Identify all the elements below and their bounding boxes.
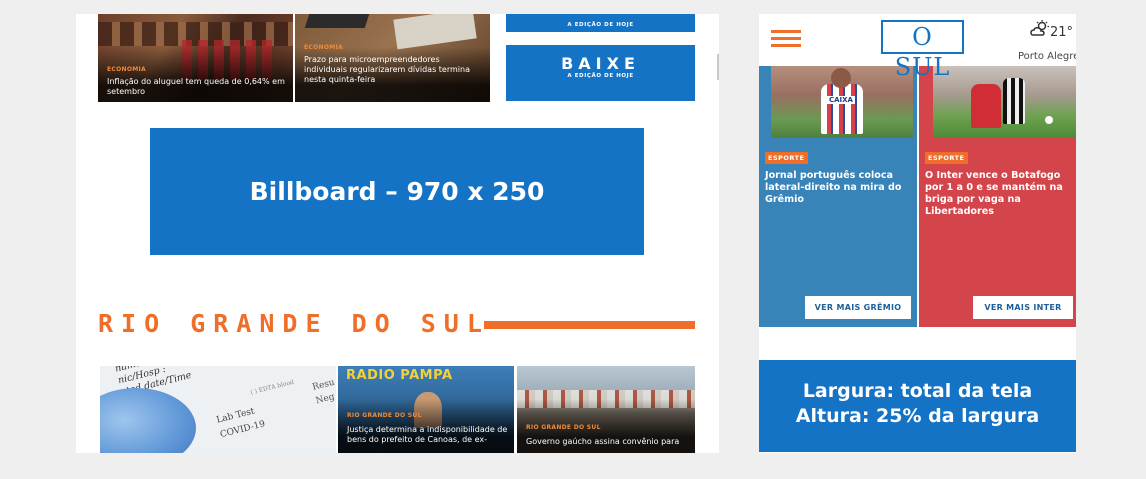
weather-temperature: 21° [1050,25,1074,40]
download-banner-label: BAIXE [561,54,640,73]
partly-cloudy-icon [1030,20,1049,36]
column-category: ESPORTE [925,152,968,164]
info-width: Largura: total da tela [802,380,1033,402]
tile-title: Inflação do aluguel tem queda de 0,64% e… [107,77,285,96]
see-more-inter-button[interactable]: VER MAIS INTER [973,296,1073,319]
jersey-sponsor-text: CAIXA [827,96,855,104]
tile-category: RIO GRANDE DO SUL [526,424,601,431]
team-photo: CAIXA [771,66,913,138]
mobile-preview: CAIXA ESPORTE Jornal português coloca la… [759,14,1076,453]
photo-label-text-3: ( ) EDTA blood [249,378,295,397]
column-title[interactable]: Jornal português coloca lateral-direito … [765,170,911,206]
player-jersey [821,84,863,134]
player-head [831,68,851,88]
billboard-ad-placeholder: Billboard – 970 x 250 [150,128,644,255]
news-tile-covid-test[interactable]: name : nic/Hosp : cted date/Time en type… [100,366,336,453]
column-category: ESPORTE [765,152,808,164]
photo-label-text-2: Lab Test COVID-19 [215,406,267,441]
team-column-inter: ESPORTE O Inter vence o Botafogo por 1 a… [919,66,1076,327]
photo-papers [393,14,477,50]
ball-icon [1045,116,1053,124]
player-red [971,84,1001,128]
tile-title: Prazo para microempreendedores individua… [304,55,470,84]
see-more-gremio-button[interactable]: VER MAIS GRÊMIO [805,296,911,319]
mobile-header: O SUL 21° Porto Alegre [759,14,1076,81]
weather-city: Porto Alegre [1018,51,1076,62]
column-title[interactable]: O Inter vence o Botafogo por 1 a 0 e se … [925,170,1070,218]
team-photo [933,66,1076,138]
tile-category: ECONOMIA [107,66,146,73]
player-black-white [1003,78,1025,124]
news-tile-governor-agreement[interactable]: RIO GRANDE DO SUL Governo gaúcho assina … [517,366,695,453]
news-tile-canoas-mayor[interactable]: RADIO PAMPA RIO GRANDE DO SUL Justiça de… [338,366,514,453]
download-edition-banner[interactable]: BAIXE A EDIÇÃO DE HOJE [506,45,695,101]
scrollbar-thumb[interactable] [717,54,719,80]
desktop-preview: ECONOMIA Inflação do aluguel tem queda d… [76,14,719,453]
news-photo: name : nic/Hosp : cted date/Time en type… [100,366,336,453]
mobile-size-info: Largura: total da tela Altura: 25% da la… [759,360,1076,452]
download-banner-sub: A EDIÇÃO DE HOJE [567,22,634,28]
photo-label-text-4: Resu Neg [311,377,336,407]
section-divider [484,321,695,329]
download-banner-sub: A EDIÇÃO DE HOJE [567,73,634,79]
photo-gloved-hand [100,388,196,453]
tile-title: Justiça determina a indisponibilidade de… [347,425,508,444]
site-logo[interactable]: O SUL [881,20,964,81]
download-edition-banner-partial[interactable]: A EDIÇÃO DE HOJE [506,14,695,32]
tile-category: RIO GRANDE DO SUL [347,412,422,419]
news-tile-rent-inflation[interactable]: ECONOMIA Inflação do aluguel tem queda d… [98,14,293,102]
team-column-gremio: CAIXA ESPORTE Jornal português coloca la… [759,66,917,327]
hamburger-menu-icon[interactable] [771,30,801,48]
photo-radio-logo: RADIO PAMPA [346,368,453,383]
tile-category: ECONOMIA [304,44,343,51]
section-title: RIO GRANDE DO SUL [98,309,490,338]
tile-title: Governo gaúcho assina convênio para [526,437,680,446]
info-height: Altura: 25% da largura [795,405,1040,427]
news-tile-mei-deadline[interactable]: ECONOMIA Prazo para microempreendedores … [295,14,490,102]
photo-laptop [304,14,370,28]
